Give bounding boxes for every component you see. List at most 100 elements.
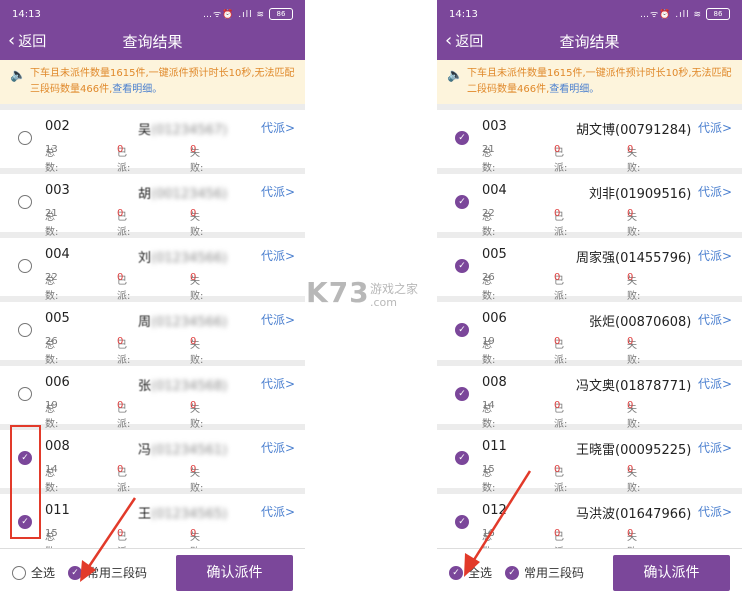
confirm-dispatch-button[interactable]: 确认派件: [176, 555, 293, 591]
row-select-radio[interactable]: ✓: [455, 387, 469, 401]
dispatch-link[interactable]: 代派>: [261, 247, 295, 264]
row-code: 006: [45, 375, 70, 390]
watermark-logo: K73 游戏之家 .com: [306, 276, 436, 316]
common-code-radio[interactable]: ✓: [68, 565, 82, 580]
row-select-radio[interactable]: [18, 259, 32, 273]
row-select-radio[interactable]: ✓: [455, 323, 469, 337]
row-code: 002: [45, 119, 70, 134]
row-select-radio[interactable]: ✓: [455, 131, 469, 145]
dispatch-link[interactable]: 代派>: [698, 503, 732, 520]
total-value: 15: [482, 464, 495, 475]
row-select-radio[interactable]: ✓: [455, 195, 469, 209]
total-value: 15: [45, 528, 58, 539]
list-item[interactable]: 005 周(01234566) 代派> 总数: 26 已派: 0 失败: 0: [0, 302, 305, 366]
dispatch-link[interactable]: 代派>: [698, 439, 732, 456]
list-item[interactable]: 006 张(01234568) 代派> 总数: 19 已派: 0 失败: 0: [0, 366, 305, 430]
list-item[interactable]: ✓ 003 胡文博(00791284) 代派> 总数: 21 已派: 0 失败: 0: [437, 110, 742, 174]
failed-value: 0: [190, 336, 197, 347]
status-time: 14:13: [449, 9, 478, 20]
list-item[interactable]: ✓011王(01234565)代派>总数:15已派:0失败:0: [0, 494, 305, 549]
courier-phone: (01234566): [151, 315, 228, 330]
courier-name-text: 冯文奥: [576, 379, 616, 394]
row-select-radio[interactable]: [18, 131, 32, 145]
dispatch-link[interactable]: 代派>: [261, 183, 295, 200]
notice-message: 下车且未派件数量1615件,一键派件预计时长10秒,无法匹配三段码数量466件,: [30, 68, 295, 95]
courier-phone: (01234566): [151, 251, 228, 266]
failed-value: 0: [190, 464, 197, 475]
list-item[interactable]: ✓ 008 冯(01234561) 代派> 总数: 14 已派: 0 失败: 0: [0, 430, 305, 494]
select-all-label: 全选: [31, 566, 56, 580]
list-item[interactable]: 004 刘(01234566) 代派> 总数: 22 已派: 0 失败: 0: [0, 238, 305, 302]
list-item[interactable]: ✓012马洪波(01647966)代派>总数:16已派:0失败:0: [437, 494, 742, 549]
row-code: 008: [482, 375, 507, 390]
view-details-link[interactable]: 查看明细。: [112, 84, 162, 95]
highlight-box: [10, 425, 41, 539]
failed-value: 0: [190, 272, 197, 283]
dispatch-link[interactable]: 代派>: [698, 375, 732, 392]
list-item[interactable]: ✓ 006 张炬(00870608) 代派> 总数: 19 已派: 0 失败: 0: [437, 302, 742, 366]
notice-text: 下车且未派件数量1615件,一键派件预计时长10秒,无法匹配三段码数量466件,…: [30, 66, 301, 98]
sent-value: 0: [117, 528, 124, 539]
select-all-option[interactable]: 全选: [12, 564, 55, 581]
row-select-radio[interactable]: [18, 195, 32, 209]
row-code: 011: [482, 439, 507, 454]
dispatch-link[interactable]: 代派>: [698, 183, 732, 200]
total-value: 26: [45, 336, 58, 347]
courier-phone: (00870608): [615, 315, 692, 330]
sent-value: 0: [554, 272, 561, 283]
total-value: 19: [45, 400, 58, 411]
courier-name: 刘(01234566): [138, 247, 227, 266]
select-all-option[interactable]: ✓ 全选: [449, 564, 492, 581]
total-value: 21: [45, 208, 58, 219]
dispatch-link[interactable]: 代派>: [261, 439, 295, 456]
battery-icon: 86: [706, 8, 730, 20]
common-code-radio[interactable]: ✓: [505, 565, 519, 580]
courier-name-text: 周: [138, 315, 152, 330]
select-all-radio[interactable]: [12, 565, 26, 580]
row-select-radio[interactable]: [18, 323, 32, 337]
courier-name: 冯文奥(01878771): [576, 375, 691, 394]
sent-value: 0: [117, 144, 124, 155]
list-item[interactable]: ✓ 004 刘非(01909516) 代派> 总数: 22 已派: 0 失败: 0: [437, 174, 742, 238]
sent-value: 0: [117, 464, 124, 475]
status-icons: …ᯤ⏰ .ıll ≋: [202, 10, 265, 20]
bottom-bar: 全选 ✓ 常用三段码 确认派件: [0, 548, 305, 597]
failed-value: 0: [190, 528, 197, 539]
common-code-option[interactable]: ✓ 常用三段码: [505, 564, 584, 581]
courier-phone: (00095225): [615, 443, 692, 458]
dispatch-link[interactable]: 代派>: [261, 119, 295, 136]
sent-value: 0: [554, 336, 561, 347]
dispatch-link[interactable]: 代派>: [261, 503, 295, 520]
total-value: 14: [45, 464, 58, 475]
confirm-dispatch-button[interactable]: 确认派件: [613, 555, 730, 591]
row-code: 005: [45, 311, 70, 326]
dispatch-link[interactable]: 代派>: [698, 311, 732, 328]
courier-phone: (01647966): [615, 507, 692, 522]
dispatch-link[interactable]: 代派>: [698, 247, 732, 264]
page-title: 查询结果: [559, 33, 620, 51]
list-item[interactable]: 002 吴(01234567) 代派> 总数: 13 已派: 0 失败: 0: [0, 110, 305, 174]
row-select-radio[interactable]: ✓: [455, 259, 469, 273]
list-item[interactable]: ✓ 008 冯文奥(01878771) 代派> 总数: 14 已派: 0 失败: 0: [437, 366, 742, 430]
row-select-radio[interactable]: [18, 387, 32, 401]
total-value: 21: [482, 144, 495, 155]
sent-value: 0: [117, 272, 124, 283]
dispatch-link[interactable]: 代派>: [261, 311, 295, 328]
view-details-link[interactable]: 查看明细。: [549, 84, 599, 95]
row-code: 003: [482, 119, 507, 134]
select-all-radio[interactable]: ✓: [449, 565, 463, 580]
list-item[interactable]: 003 胡(00123456) 代派> 总数: 21 已派: 0 失败: 0: [0, 174, 305, 238]
list-item[interactable]: ✓ 005 周家强(01455796) 代派> 总数: 26 已派: 0 失败: 0: [437, 238, 742, 302]
common-code-option[interactable]: ✓ 常用三段码: [68, 564, 147, 581]
list-item[interactable]: ✓ 011 王晓雷(00095225) 代派> 总数: 15 已派: 0 失败: 0: [437, 430, 742, 494]
common-code-label: 常用三段码: [524, 566, 585, 580]
row-code: 004: [482, 183, 507, 198]
page-title: 查询结果: [122, 33, 183, 51]
dispatch-link[interactable]: 代派>: [261, 375, 295, 392]
row-select-radio[interactable]: ✓: [455, 515, 469, 529]
courier-name-text: 刘非: [589, 187, 616, 202]
row-select-radio[interactable]: ✓: [455, 451, 469, 465]
dispatch-link[interactable]: 代派>: [698, 119, 732, 136]
courier-phone: (01234565): [151, 507, 228, 522]
courier-name: 周(01234566): [138, 311, 227, 330]
